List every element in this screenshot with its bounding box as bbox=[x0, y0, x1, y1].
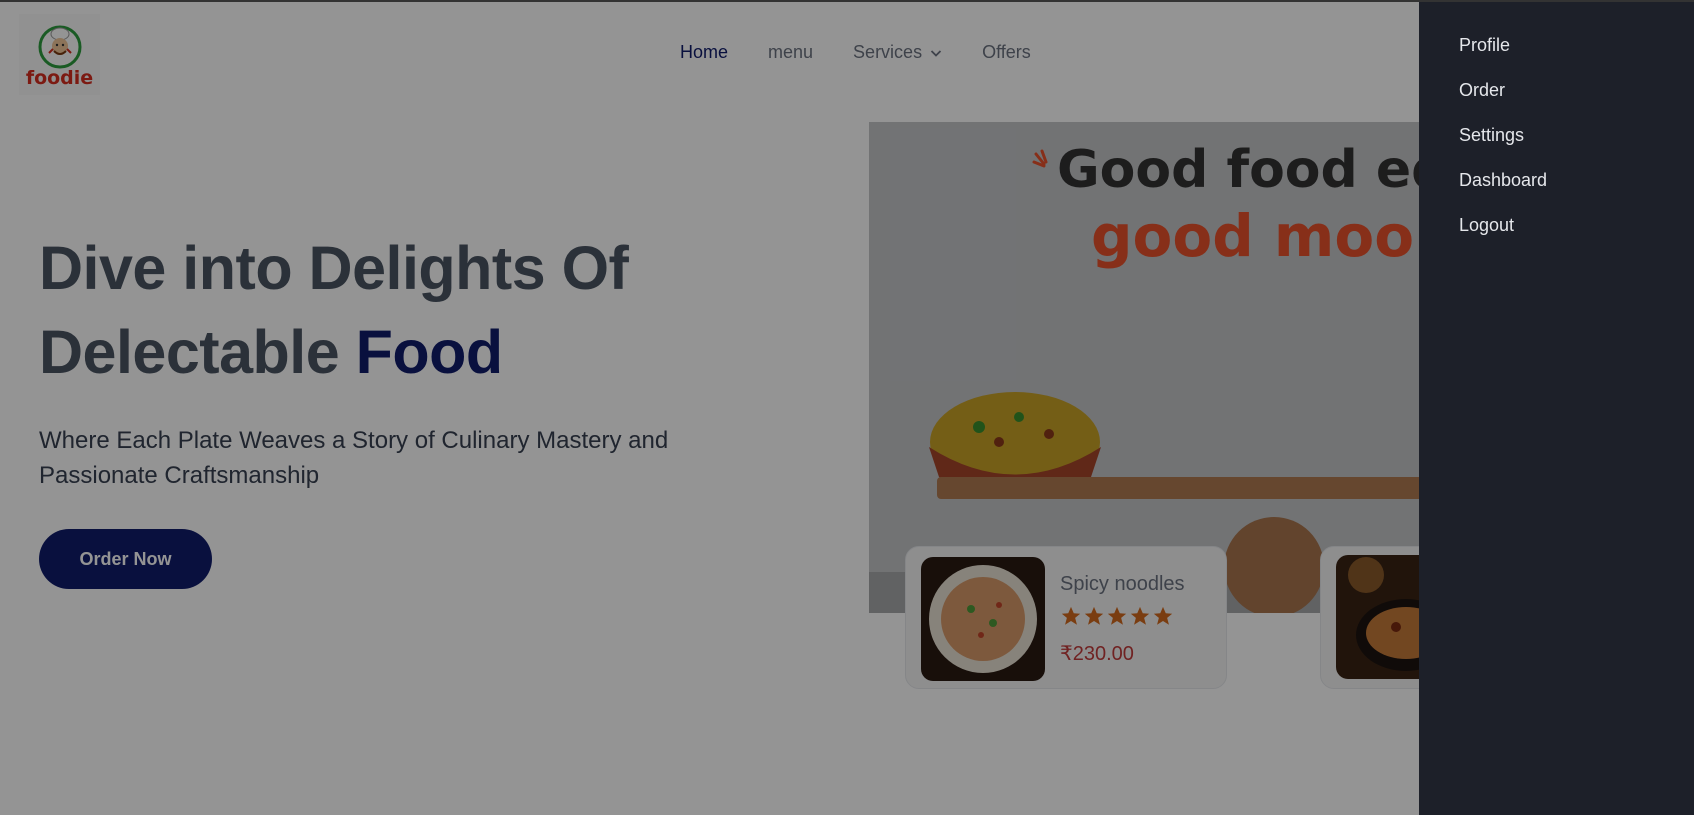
splash-icon bbox=[1032, 149, 1048, 168]
hero-title-line2: Delectable bbox=[39, 318, 340, 386]
rating-stars bbox=[1060, 605, 1174, 627]
nav-offers-label: Offers bbox=[982, 42, 1031, 62]
food-card[interactable]: Spicy noodles ₹230.00 bbox=[905, 546, 1227, 689]
banner-headline-accent: good moo bbox=[1091, 202, 1415, 270]
food-name: Spicy noodles bbox=[1060, 573, 1185, 595]
hero-title: Dive into Delights Of Delectable Food bbox=[39, 226, 629, 394]
star-icon bbox=[1130, 606, 1150, 625]
window-top-border bbox=[0, 0, 1694, 2]
nav-home[interactable]: Home bbox=[680, 42, 728, 63]
user-menu-drawer: Profile Order Settings Dashboard Logout bbox=[1419, 0, 1694, 815]
main-nav: Home menu Services Offers bbox=[680, 42, 1031, 63]
order-now-button[interactable]: Order Now bbox=[39, 529, 212, 589]
chevron-down-icon bbox=[930, 49, 942, 57]
star-icon bbox=[1061, 606, 1081, 625]
chef-icon bbox=[38, 25, 81, 68]
brand-name: foodie bbox=[25, 66, 94, 89]
hero-title-line1: Dive into Delights Of bbox=[39, 234, 629, 302]
star-icon bbox=[1153, 606, 1173, 625]
hero-subtitle: Where Each Plate Weaves a Story of Culin… bbox=[39, 427, 669, 489]
fried-rice-image bbox=[921, 557, 1045, 681]
menu-item-dashboard[interactable]: Dashboard bbox=[1459, 165, 1694, 210]
menu-item-order[interactable]: Order bbox=[1459, 75, 1694, 120]
food-price: ₹230.00 bbox=[1060, 643, 1134, 665]
nav-offers[interactable]: Offers bbox=[982, 42, 1031, 63]
user-menu: Profile Order Settings Dashboard Logout bbox=[1419, 0, 1694, 255]
nav-menu[interactable]: menu bbox=[768, 42, 813, 63]
star-icon bbox=[1084, 606, 1104, 625]
menu-item-logout[interactable]: Logout bbox=[1459, 210, 1694, 255]
menu-item-profile[interactable]: Profile bbox=[1459, 30, 1694, 75]
page: foodie Home menu Services Offers Dive in… bbox=[0, 0, 1694, 815]
hero-title-accent: Food bbox=[355, 318, 504, 386]
nav-home-label: Home bbox=[680, 42, 729, 62]
nav-services-label: Services bbox=[853, 42, 923, 62]
brand-logo[interactable]: foodie bbox=[19, 14, 100, 95]
food-image bbox=[921, 557, 1045, 681]
nav-menu-label: menu bbox=[768, 42, 814, 62]
menu-item-settings[interactable]: Settings bbox=[1459, 120, 1694, 165]
nav-services[interactable]: Services bbox=[853, 42, 942, 63]
star-icon bbox=[1107, 606, 1127, 625]
